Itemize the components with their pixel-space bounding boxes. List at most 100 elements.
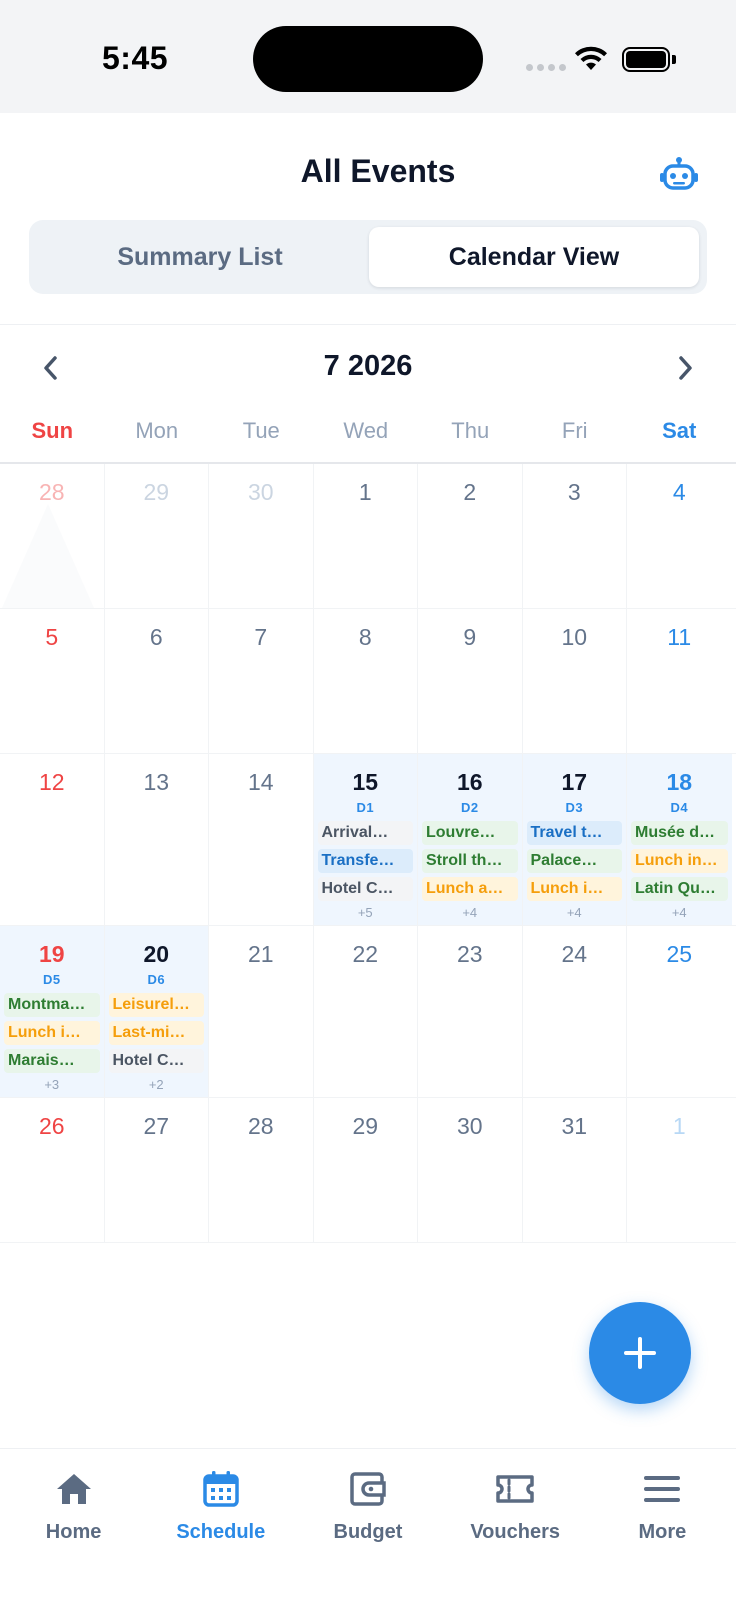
- calendar-day[interactable]: 13: [105, 754, 209, 925]
- wallet-icon: [348, 1469, 388, 1509]
- calendar-week-row: 26 27 28 29 30 31 1: [0, 1098, 736, 1243]
- event-list: Leisurel… Last-mi… Hotel C…: [105, 993, 209, 1073]
- day-number: 1: [672, 1113, 686, 1139]
- calendar-day[interactable]: 28: [0, 464, 105, 608]
- more-events-count[interactable]: +2: [105, 1077, 209, 1092]
- ticket-icon: [495, 1469, 535, 1509]
- month-navigation: 7 2026: [0, 326, 736, 412]
- event-chip[interactable]: Transfe…: [317, 849, 413, 873]
- day-number: 30: [456, 1113, 483, 1139]
- more-events-count[interactable]: +4: [523, 905, 627, 920]
- calendar-day[interactable]: 27: [105, 1098, 209, 1242]
- calendar-day[interactable]: 26: [0, 1098, 105, 1242]
- more-events-count[interactable]: +4: [418, 905, 522, 920]
- tab-home[interactable]: Home: [0, 1449, 147, 1600]
- event-chip[interactable]: Montma…: [4, 993, 100, 1017]
- calendar-day[interactable]: 29: [105, 464, 209, 608]
- day-number: 29: [143, 479, 170, 505]
- tab-summary-list[interactable]: Summary List: [35, 227, 365, 287]
- tab-schedule[interactable]: Schedule: [147, 1449, 294, 1600]
- calendar-day[interactable]: 12: [0, 754, 105, 925]
- calendar-day[interactable]: 30: [209, 464, 314, 608]
- calendar-day[interactable]: 5: [0, 609, 105, 753]
- calendar-day[interactable]: 3: [523, 464, 627, 608]
- weekday-header: Sun Mon Tue Wed Thu Fri Sat: [0, 418, 736, 464]
- menu-icon: [642, 1469, 682, 1509]
- more-events-count[interactable]: +5: [314, 905, 418, 920]
- calendar-day[interactable]: 29: [314, 1098, 418, 1242]
- day-number: 17: [561, 769, 588, 795]
- calendar-day[interactable]: 28: [209, 1098, 314, 1242]
- calendar-day-trip[interactable]: 18 D4 Musée d… Lunch in… Latin Qu… +4: [627, 754, 732, 925]
- event-list: Montma… Lunch i… Marais…: [0, 993, 104, 1073]
- day-number: 30: [247, 479, 274, 505]
- calendar-day[interactable]: 6: [105, 609, 209, 753]
- calendar-day[interactable]: 31: [523, 1098, 627, 1242]
- month-label: 7 2026: [323, 350, 413, 382]
- event-chip[interactable]: Marais…: [4, 1049, 100, 1073]
- event-chip[interactable]: Louvre…: [422, 821, 518, 845]
- event-list: Arrival… Transfe… Hotel C…: [314, 821, 418, 901]
- calendar-week-row: 5 6 7 8 9 10 11: [0, 609, 736, 754]
- day-number: 2: [463, 479, 477, 505]
- calendar-day[interactable]: 14: [209, 754, 314, 925]
- day-number: 19: [38, 941, 65, 967]
- day-number: 5: [45, 624, 59, 650]
- event-chip[interactable]: Lunch i…: [526, 877, 622, 901]
- calendar-day[interactable]: 10: [523, 609, 627, 753]
- event-chip[interactable]: Leisurel…: [108, 993, 204, 1017]
- event-chip[interactable]: Palace…: [526, 849, 622, 873]
- tab-more[interactable]: More: [589, 1449, 736, 1600]
- tab-label: Vouchers: [470, 1521, 560, 1543]
- event-chip[interactable]: Latin Qu…: [631, 877, 728, 901]
- next-month-button[interactable]: [665, 348, 705, 388]
- event-chip[interactable]: Hotel C…: [108, 1049, 204, 1073]
- calendar-day[interactable]: 11: [627, 609, 732, 753]
- calendar-day[interactable]: 7: [209, 609, 314, 753]
- calendar-day-trip[interactable]: 19 D5 Montma… Lunch i… Marais… +3: [0, 926, 105, 1097]
- trip-day-code: D6: [147, 972, 166, 987]
- day-number: 26: [38, 1113, 65, 1139]
- calendar-day[interactable]: 1: [314, 464, 418, 608]
- event-chip[interactable]: Lunch in…: [631, 849, 728, 873]
- weekday-label: Mon: [135, 418, 179, 443]
- calendar-day[interactable]: 24: [523, 926, 627, 1097]
- calendar-day-trip[interactable]: 15 D1 Arrival… Transfe… Hotel C… +5: [313, 754, 418, 925]
- event-chip[interactable]: Stroll th…: [422, 849, 518, 873]
- event-chip[interactable]: Travel t…: [526, 821, 622, 845]
- calendar-day[interactable]: 30: [418, 1098, 523, 1242]
- calendar-day-trip[interactable]: 16 D2 Louvre… Stroll th… Lunch a… +4: [418, 754, 523, 925]
- calendar-day[interactable]: 25: [627, 926, 732, 1097]
- calendar-day[interactable]: 9: [418, 609, 523, 753]
- calendar-week-row: 12 13 14 15 D1 Arrival… Transfe… Hotel C… +5 16 D2…: [0, 754, 736, 926]
- tab-budget[interactable]: Budget: [294, 1449, 441, 1600]
- add-event-button[interactable]: [589, 1302, 691, 1404]
- day-number: 21: [247, 941, 274, 967]
- calendar-day-trip[interactable]: 17 D3 Travel t… Palace… Lunch i… +4: [522, 754, 627, 925]
- tab-calendar-view[interactable]: Calendar View: [369, 227, 699, 287]
- calendar-day[interactable]: 4: [627, 464, 732, 608]
- event-chip[interactable]: Lunch i…: [4, 1021, 100, 1045]
- event-chip[interactable]: Musée d…: [631, 821, 728, 845]
- weekday-label: Tue: [242, 418, 280, 443]
- calendar-week-row: 19 D5 Montma… Lunch i… Marais… +3 20 D6 Leisurel…: [0, 926, 736, 1098]
- calendar-day-trip[interactable]: 20 D6 Leisurel… Last-mi… Hotel C… +2: [104, 926, 209, 1097]
- calendar-day[interactable]: 22: [314, 926, 418, 1097]
- tab-vouchers[interactable]: Vouchers: [442, 1449, 589, 1600]
- event-chip[interactable]: Arrival…: [317, 821, 413, 845]
- day-number: 18: [666, 769, 693, 795]
- tab-label: Budget: [333, 1521, 403, 1543]
- more-events-count[interactable]: +3: [0, 1077, 104, 1092]
- calendar-day[interactable]: 2: [418, 464, 523, 608]
- event-chip[interactable]: Lunch a…: [422, 877, 518, 901]
- calendar-day[interactable]: 8: [314, 609, 418, 753]
- ai-assistant-button[interactable]: [656, 151, 702, 197]
- event-chip[interactable]: Hotel C…: [317, 877, 413, 901]
- calendar-day[interactable]: 23: [418, 926, 523, 1097]
- event-chip[interactable]: Last-mi…: [108, 1021, 204, 1045]
- more-events-count[interactable]: +4: [627, 905, 732, 920]
- calendar-day[interactable]: 21: [209, 926, 314, 1097]
- calendar-day[interactable]: 1: [627, 1098, 732, 1242]
- trip-day-code: D1: [356, 800, 375, 815]
- day-number: 15: [352, 769, 379, 795]
